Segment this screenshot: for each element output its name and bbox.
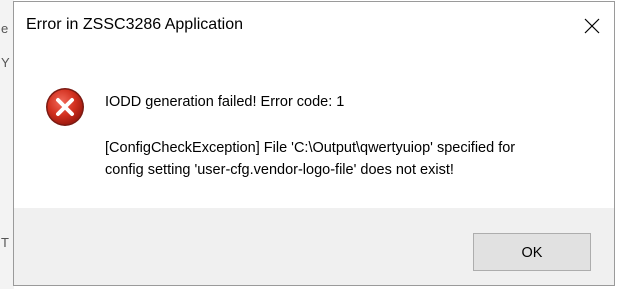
background-text-fragment: T	[1, 235, 9, 250]
background-text-fragment: Y	[1, 55, 10, 70]
dialog-content: IODD generation failed! Error code: 1 [C…	[14, 52, 614, 208]
error-icon	[46, 88, 84, 126]
error-detail-line: config setting 'user-cfg.vendor-logo-fil…	[105, 162, 454, 178]
button-bar: OK	[14, 208, 614, 285]
dialog-title: Error in ZSSC3286 Application	[26, 16, 243, 33]
close-button[interactable]	[572, 4, 612, 48]
error-detail-line: [ConfigCheckException] File 'C:\Output\q…	[105, 140, 516, 156]
background-window-edge: e Y T	[0, 0, 14, 289]
title-bar: Error in ZSSC3286 Application	[14, 2, 614, 52]
close-icon	[584, 18, 600, 34]
ok-button[interactable]: OK	[473, 233, 591, 271]
error-detail: [ConfigCheckException] File 'C:\Output\q…	[105, 137, 585, 181]
error-message: IODD generation failed! Error code: 1	[105, 94, 345, 110]
background-text-fragment: e	[1, 21, 9, 36]
error-dialog: Error in ZSSC3286 Application IODD gener…	[13, 1, 615, 286]
